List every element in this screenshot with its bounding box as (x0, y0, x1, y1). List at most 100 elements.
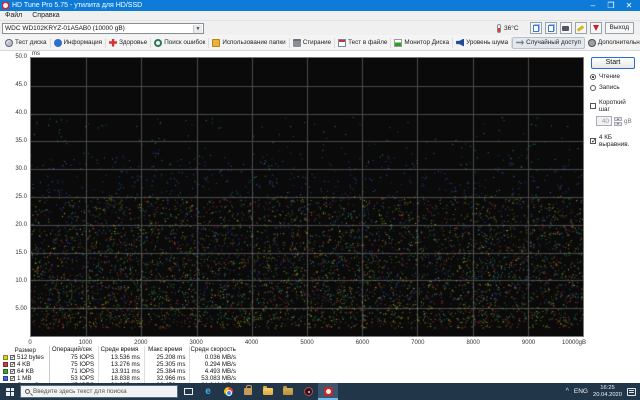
stepper-unit: gB (624, 118, 632, 125)
x-tick-label: 4000 (245, 340, 258, 346)
short-stroke-checkbox[interactable]: Короткий шаг (590, 99, 638, 113)
toolbar-button-erase[interactable]: Стирание (290, 38, 335, 48)
series-checkbox[interactable] (10, 376, 15, 381)
start-menu-button[interactable] (0, 383, 20, 400)
exit-button[interactable]: Выход (605, 22, 634, 34)
drive-temperature: 36°C (504, 25, 519, 32)
save-button[interactable] (590, 22, 602, 34)
copy-button[interactable] (530, 22, 542, 34)
edge-button[interactable]: e (198, 383, 218, 400)
camera-icon (562, 26, 569, 31)
camera-button[interactable] (560, 22, 572, 34)
x-tick-label: 5000 (300, 340, 313, 346)
window-title: HD Tune Pro 5.75 - утилита для HD/SSD (12, 2, 584, 9)
drive-select[interactable]: WDC WD102KRYZ-01A5AB0 (10000 gB) ▼ (2, 23, 204, 34)
align-4kb-checkbox[interactable]: 4 КБ выравнив. (590, 134, 638, 148)
toolbar-button-folder-usage[interactable]: Использование папки (209, 38, 289, 48)
chrome-button[interactable] (218, 383, 238, 400)
error-scan-icon (154, 39, 162, 47)
toolbar-button-health[interactable]: Здоровье (106, 38, 151, 48)
thermometer-icon (497, 24, 501, 33)
noise-level-icon (456, 39, 464, 47)
toolbar-button-file-benchmark[interactable]: Тест в файле (335, 38, 391, 48)
tray-clock[interactable]: 16:25 20.04.2020 (593, 385, 622, 398)
chevron-down-icon[interactable]: ▼ (193, 25, 202, 33)
health-icon (109, 39, 117, 47)
series-color-swatch (3, 355, 8, 360)
toolbar-button-disk-monitor[interactable]: Монитор Диска (391, 38, 453, 48)
folder2-icon (283, 388, 293, 395)
language-indicator[interactable]: ENG (574, 388, 588, 395)
minimize-button[interactable]: – (584, 0, 602, 11)
camera-app-icon (304, 387, 313, 396)
menu-file[interactable]: Файл (5, 12, 22, 19)
menu-help[interactable]: Справка (32, 12, 59, 19)
drive-select-value: WDC WD102KRYZ-01A5AB0 (10000 gB) (5, 25, 125, 32)
folder-app-button[interactable] (278, 383, 298, 400)
hdtune-app-icon (324, 387, 333, 396)
radio-icon (590, 85, 596, 91)
hd-tune-pro-window: HD Tune Pro 5.75 - утилита для HD/SSD – … (0, 0, 640, 400)
write-radio[interactable]: Запись (590, 84, 638, 91)
search-icon (25, 389, 30, 394)
app-icon (2, 2, 9, 9)
series-color-swatch (3, 376, 8, 381)
series-checkbox[interactable] (10, 362, 15, 367)
chrome-icon (224, 387, 233, 396)
close-button[interactable]: ✕ (620, 0, 638, 11)
extra-tests-icon (588, 39, 596, 47)
file-explorer-icon (263, 388, 273, 395)
file-explorer-button[interactable] (258, 383, 278, 400)
table-row: 4 KB 75 IOPS 13.276 ms 25.305 ms 0.294 M… (2, 361, 240, 368)
y-tick-label: 40.0 (0, 110, 27, 116)
series-checkbox[interactable] (10, 355, 15, 360)
toolbar-button-extra-tests[interactable]: Дополнительные тесты (585, 38, 640, 48)
read-radio[interactable]: Чтение (590, 73, 638, 80)
scatter-canvas (31, 58, 583, 336)
hdtune-taskbar-button[interactable] (318, 383, 338, 400)
main-content: ms 50.045.040.035.030.025.020.015.010.05… (0, 51, 640, 383)
drive-bar: WDC WD102KRYZ-01A5AB0 (10000 gB) ▼ 36°C … (0, 21, 640, 35)
toolbar-button-noise-level[interactable]: Уровень шума (453, 38, 512, 48)
tray-time: 16:25 (600, 385, 615, 391)
table-row: 1 MB 53 IOPS 18.838 ms 32.966 ms 53.083 … (2, 375, 240, 382)
y-tick-label: 45.0 (0, 82, 27, 88)
windows-taskbar: Введите здесь текст для поиска e ^ ENG 1… (0, 383, 640, 400)
store-icon (244, 388, 252, 395)
start-button[interactable]: Start (591, 57, 635, 69)
series-color-swatch (3, 369, 8, 374)
toolbar-button-info[interactable]: Информация (51, 38, 107, 48)
stepper-value[interactable]: 40 (596, 116, 612, 126)
copy-screenshot-icon (548, 25, 554, 32)
action-center-icon[interactable] (627, 388, 636, 396)
erase-icon (293, 41, 301, 47)
store-button[interactable] (238, 383, 258, 400)
hidden-icons-chevron[interactable]: ^ (566, 388, 569, 395)
disk-monitor-icon (394, 39, 402, 47)
stepper-up-icon[interactable]: ▲ (614, 117, 622, 121)
results-header-row: Размер Операций/сек Средн время Макс вре… (2, 346, 240, 354)
task-view-button[interactable] (178, 383, 198, 400)
y-tick-label: 10.0 (0, 278, 27, 284)
disk-test-icon (5, 39, 13, 47)
y-tick-label: 35.0 (0, 138, 27, 144)
toolbar-button-disk-test[interactable]: Тест диска (2, 38, 51, 48)
short-stroke-size-stepper[interactable]: 40 ▲▼ gB (596, 116, 638, 126)
file-benchmark-icon (338, 39, 346, 47)
radio-icon (590, 74, 596, 80)
stepper-down-icon[interactable]: ▼ (614, 122, 622, 126)
series-checkbox[interactable] (10, 369, 15, 374)
taskbar-search[interactable]: Введите здесь текст для поиска (20, 385, 178, 398)
series-color-swatch (3, 362, 8, 367)
checkbox-icon (590, 138, 596, 144)
copy-screenshot-button[interactable] (545, 22, 557, 34)
folder-usage-icon (212, 39, 220, 47)
y-tick-label: 15.0 (0, 250, 27, 256)
maximize-button[interactable]: ❒ (602, 0, 620, 11)
toolbar: Тест диска Информация Здоровье Поиск оши… (0, 35, 640, 51)
highlight-button[interactable] (575, 22, 587, 34)
camera-app-button[interactable] (298, 383, 318, 400)
x-tick-label: 9000 (522, 340, 535, 346)
toolbar-button-error-scan[interactable]: Поиск ошибок (151, 38, 209, 48)
toolbar-button-random-access[interactable]: Случайный доступ (512, 37, 585, 49)
